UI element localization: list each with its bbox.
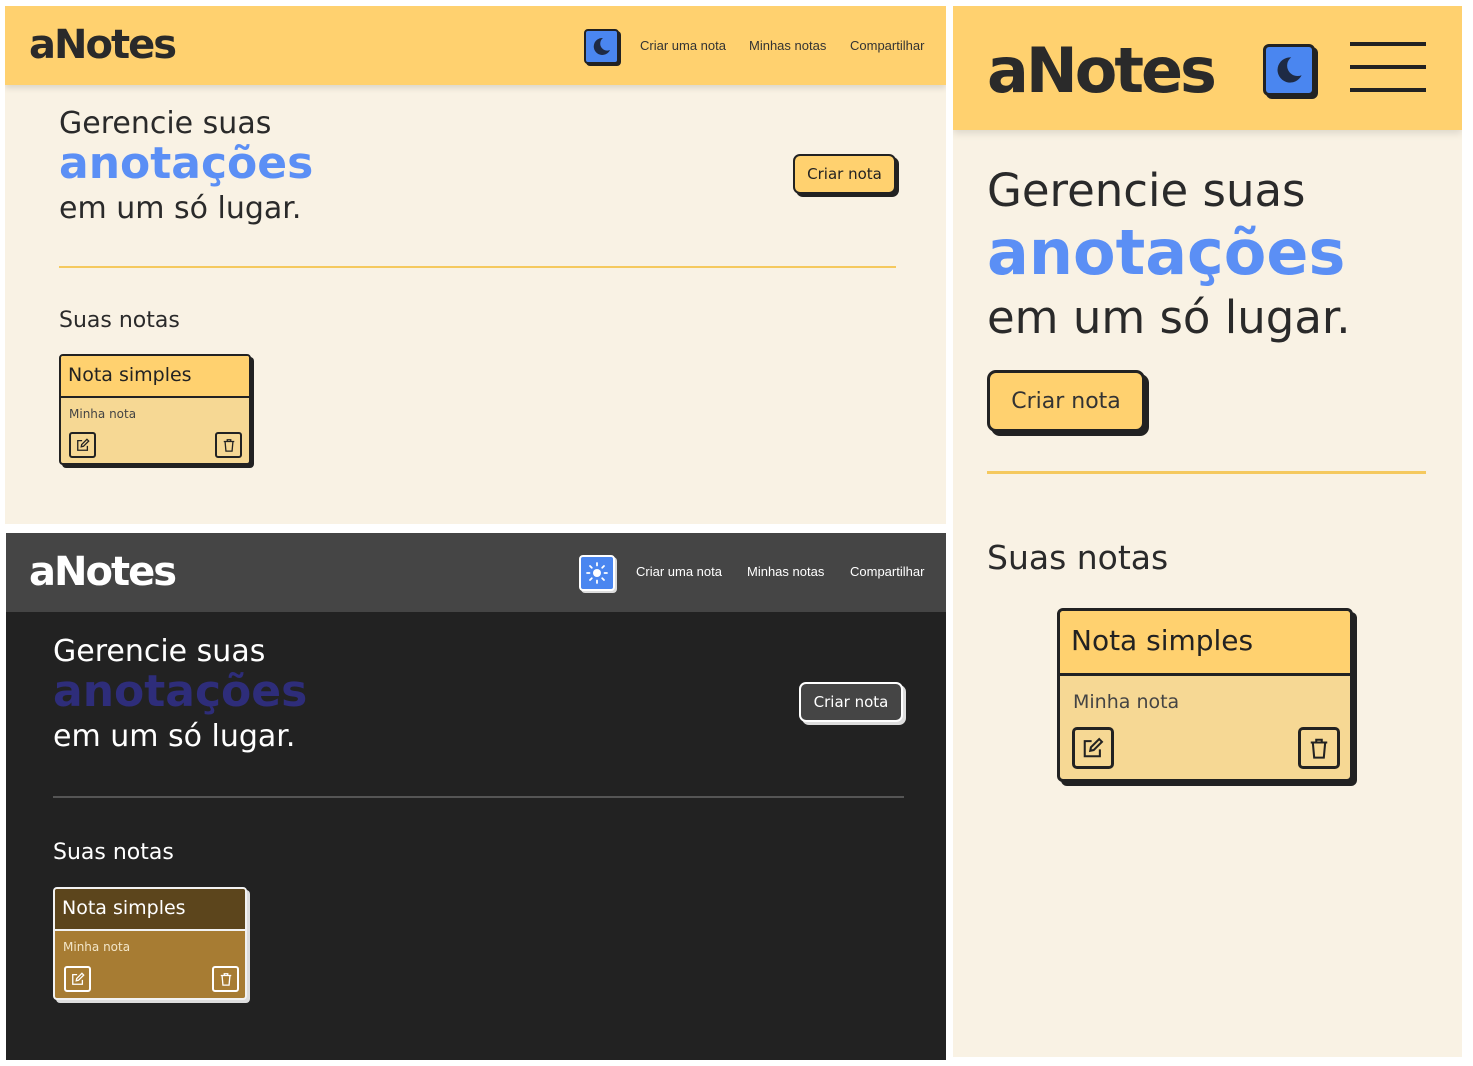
nav-my-notes[interactable]: Minhas notas [747,564,824,579]
note-card[interactable]: Nota simples Minha nota [59,354,251,465]
note-title: Nota simples [1060,611,1350,676]
note-content: Minha nota [1073,691,1180,713]
delete-note-button[interactable] [1298,727,1340,769]
trash-icon [223,439,234,452]
note-title: Nota simples [55,889,245,931]
divider [987,471,1426,474]
hero-line-3: em um só lugar. [53,719,296,754]
divider [53,796,904,798]
note-content: Minha nota [63,940,131,954]
hero-line-1: Gerencie suas [53,634,266,669]
hero-accent: anotações [59,138,314,189]
hero-accent: anotações [987,216,1346,289]
nav-create-note[interactable]: Criar uma nota [640,38,726,53]
hero-line-1: Gerencie suas [987,164,1306,217]
header: aNotes Criar uma nota Minhas notas Compa… [5,6,946,85]
note-content: Minha nota [69,407,137,421]
delete-note-button[interactable] [212,966,239,992]
edit-note-button[interactable] [69,432,96,458]
edit-icon [1083,737,1104,758]
edit-note-button[interactable] [1072,727,1114,769]
dark-desktop-view: aNotes Criar uma nota Minhas notas Compa… [6,533,946,1060]
edit-icon [71,972,85,985]
nav-create-note[interactable]: Criar uma nota [636,564,722,579]
divider [59,266,896,268]
trash-icon [1310,738,1328,759]
notes-section-title: Suas notas [59,308,180,333]
mobile-view: aNotes Gerencie suas anotações em um só … [953,6,1462,1057]
note-card[interactable]: Nota simples Minha nota [53,887,247,1000]
hero-accent: anotações [53,666,308,717]
delete-note-button[interactable] [215,432,242,458]
header: aNotes Criar uma nota Minhas notas Compa… [6,533,946,612]
edit-note-button[interactable] [64,966,91,992]
hero-line-1: Gerencie suas [59,106,272,141]
theme-toggle-button[interactable] [579,555,615,591]
note-card[interactable]: Nota simples Minha nota [1057,608,1353,782]
create-note-button[interactable]: Criar nota [987,370,1145,432]
hero-line-3: em um só lugar. [987,291,1351,344]
moon-icon [593,37,610,55]
light-desktop-view: aNotes Criar uma nota Minhas notas Compa… [5,6,946,524]
create-note-button[interactable]: Criar nota [793,154,896,194]
logo[interactable]: aNotes [29,549,177,595]
theme-toggle-button[interactable] [1263,44,1315,96]
nav-share[interactable]: Compartilhar [850,38,924,53]
notes-section-title: Suas notas [53,840,174,865]
note-title: Nota simples [61,356,249,398]
logo[interactable]: aNotes [29,22,177,68]
header: aNotes [953,6,1462,130]
logo[interactable]: aNotes [987,34,1217,107]
nav-my-notes[interactable]: Minhas notas [749,38,826,53]
hero-line-3: em um só lugar. [59,191,302,226]
theme-toggle-button[interactable] [584,29,619,64]
moon-icon [1277,57,1302,83]
notes-section-title: Suas notas [987,538,1169,577]
trash-icon [220,973,231,986]
create-note-button[interactable]: Criar nota [799,682,903,722]
edit-icon [76,438,90,451]
hamburger-menu-icon[interactable] [1350,42,1426,94]
sun-icon [586,562,608,584]
nav-share[interactable]: Compartilhar [850,564,924,579]
